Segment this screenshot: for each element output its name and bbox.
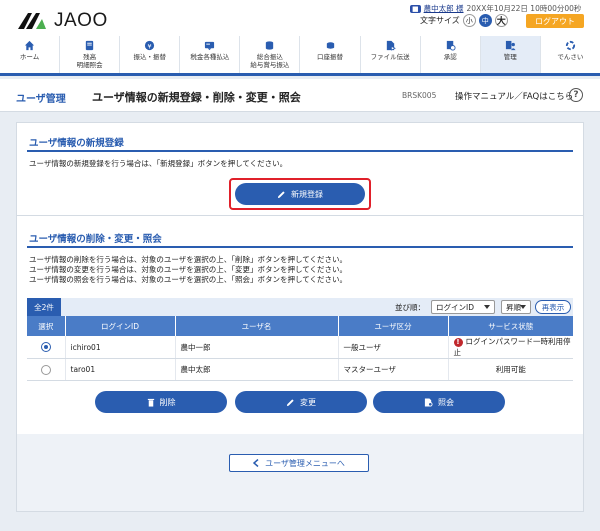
register-description: ユーザ情報の新規登録を行う場合は、「新規登録」ボタンを押してください。 — [29, 159, 288, 168]
manage-heading: ユーザ情報の削除・変更・照会 — [29, 234, 162, 245]
user-name-link[interactable]: 農中太郎 様 — [424, 3, 464, 14]
redisplay-button[interactable]: 再表示 — [535, 300, 571, 314]
sort-label: 並び順： — [395, 303, 425, 312]
brand-name: JAOO — [54, 10, 108, 31]
ja-logo-icon — [18, 13, 46, 29]
view-button[interactable]: 照会 — [373, 391, 505, 413]
service-status: ! ログインパスワード一時利用停止 — [448, 336, 573, 359]
list-toolbar: 全2件 並び順： ログインID 昇順 再表示 — [27, 298, 573, 316]
manage-heading-rule — [27, 246, 573, 248]
nav-densai[interactable]: でんさい — [541, 36, 600, 73]
manage-description-edit: ユーザ情報の変更を行う場合は、対象のユーザを選択の上、「変更」ボタンを押してくだ… — [29, 265, 347, 274]
register-button[interactable]: 新規登録 — [235, 183, 365, 205]
screen-id: BRSK005 — [402, 91, 437, 100]
app-header: JAOO ■ 農中太郎 様 20XX年10月22日 10時00分00秒 文字サイ… — [0, 0, 600, 36]
page-title: ユーザ情報の新規登録・削除・変更・照会 — [92, 91, 301, 104]
user-info: ■ 農中太郎 様 20XX年10月22日 10時00分00秒 — [410, 3, 581, 14]
chevron-down-icon — [520, 305, 526, 309]
document-search-icon — [424, 397, 433, 407]
user-name: 農中一郎 — [175, 336, 339, 359]
sort-key-select[interactable]: ログインID — [431, 300, 495, 314]
service-status: 利用可能 — [448, 358, 573, 381]
row-select-radio[interactable] — [40, 342, 51, 352]
warning-icon: ! — [453, 337, 463, 347]
row-select-radio[interactable] — [40, 364, 51, 375]
nav-admin[interactable]: 管理 — [480, 36, 541, 73]
page-title-bar: ユーザ管理 ユーザ情報の新規登録・削除・変更・照会 BRSK005 操作マニュア… — [0, 79, 600, 112]
main-panel: ユーザ情報の新規登録 ユーザ情報の新規登録を行う場合は、「新規登録」ボタンを押し… — [16, 122, 584, 512]
user-name: 農中太郎 — [175, 358, 339, 381]
nav-file-transfer[interactable]: ファイル伝送 — [361, 36, 421, 73]
back-to-menu-button[interactable]: ユーザ管理メニューへ — [229, 454, 369, 472]
nav-debit[interactable]: 口座振替 — [300, 36, 361, 73]
table-header-row: 選択 ログインID ユーザ名 ユーザ区分 サービス状態 — [27, 316, 573, 336]
admin-user-icon — [505, 40, 516, 51]
sort-order-select[interactable]: 昇順 — [501, 300, 531, 314]
font-size-small[interactable]: 小 — [462, 14, 476, 27]
nav-balance[interactable]: 残高 明細照会 — [60, 36, 121, 73]
user-type: 一般ユーザ — [338, 336, 449, 359]
font-size-switch: 文字サイズ 小 中 大 — [420, 14, 508, 27]
home-icon — [24, 40, 35, 51]
yen-coin-icon: ¥ — [145, 40, 155, 50]
login-id: ichiro01 — [65, 336, 176, 359]
login-id: taro01 — [65, 358, 176, 381]
coins-icon — [326, 42, 334, 49]
densai-icon — [565, 40, 575, 51]
table-row[interactable]: taro01 農中太郎 マスターユーザ 利用可能 — [27, 358, 573, 381]
logout-button[interactable]: ログアウト — [526, 14, 584, 28]
tax-card-icon — [205, 41, 215, 51]
coins-stack-icon — [266, 41, 274, 50]
user-table: 選択 ログインID ユーザ名 ユーザ区分 サービス状態 ichiro01 農中一… — [27, 316, 573, 381]
manage-description-view: ユーザ情報の照会を行う場合は、対象のユーザを選択の上、「照会」ボタンを押してくだ… — [29, 275, 347, 284]
delete-button[interactable]: 削除 — [95, 391, 227, 413]
manage-description-delete: ユーザ情報の削除を行う場合は、対象のユーザを選択の上、「削除」ボタンを押してくだ… — [29, 255, 347, 264]
section-divider — [17, 215, 583, 216]
panel-footer: ユーザ管理メニューへ — [17, 434, 583, 511]
result-count: 全2件 — [27, 298, 61, 316]
passbook-icon — [85, 40, 94, 51]
file-transfer-icon — [386, 40, 396, 51]
user-type: マスターユーザ — [338, 358, 449, 381]
pencil-icon — [286, 398, 294, 406]
brand-logo[interactable]: JAOO — [16, 10, 108, 32]
table-row[interactable]: ichiro01 農中一郎 一般ユーザ ! ログインパスワード一時利用停止 — [27, 336, 573, 359]
nav-transfer[interactable]: ¥ 振込・振替 — [120, 36, 181, 73]
font-size-medium[interactable]: 中 — [478, 14, 492, 27]
nav-tax[interactable]: 税金各種払込 — [180, 36, 241, 73]
svg-text:¥: ¥ — [148, 42, 152, 50]
help-link[interactable]: 操作マニュアル／FAQはこちら — [455, 90, 573, 102]
global-nav: ホーム 残高 明細照会 ¥ 振込・振替 税金各種払込 総合振込 給与賞与振込 口… — [0, 36, 600, 76]
last-login: 20XX年10月22日 10時00分00秒 — [466, 4, 582, 13]
chevron-down-icon — [484, 305, 490, 309]
col-user-type: ユーザ区分 — [338, 316, 449, 336]
font-size-large[interactable]: 大 — [494, 14, 508, 27]
user-badge-icon: ■ — [410, 4, 421, 13]
pencil-icon — [277, 190, 285, 198]
col-service-status: サービス状態 — [448, 316, 573, 336]
col-user-name: ユーザ名 — [175, 316, 339, 336]
register-heading: ユーザ情報の新規登録 — [29, 138, 124, 149]
help-icon[interactable]: ? — [569, 88, 583, 102]
register-heading-rule — [27, 150, 573, 152]
nav-bulk-transfer[interactable]: 総合振込 給与賞与振込 — [240, 36, 301, 73]
section-name: ユーザ管理 — [16, 94, 66, 105]
edit-button[interactable]: 変更 — [235, 391, 367, 413]
nav-approval[interactable]: 承認 — [421, 36, 481, 73]
chevron-left-icon — [253, 459, 259, 467]
trash-icon — [147, 398, 154, 407]
col-login-id: ログインID — [65, 316, 176, 336]
approval-icon — [446, 40, 456, 51]
font-size-label: 文字サイズ — [420, 16, 460, 25]
nav-home[interactable]: ホーム — [0, 36, 61, 73]
col-select: 選択 — [27, 316, 66, 336]
